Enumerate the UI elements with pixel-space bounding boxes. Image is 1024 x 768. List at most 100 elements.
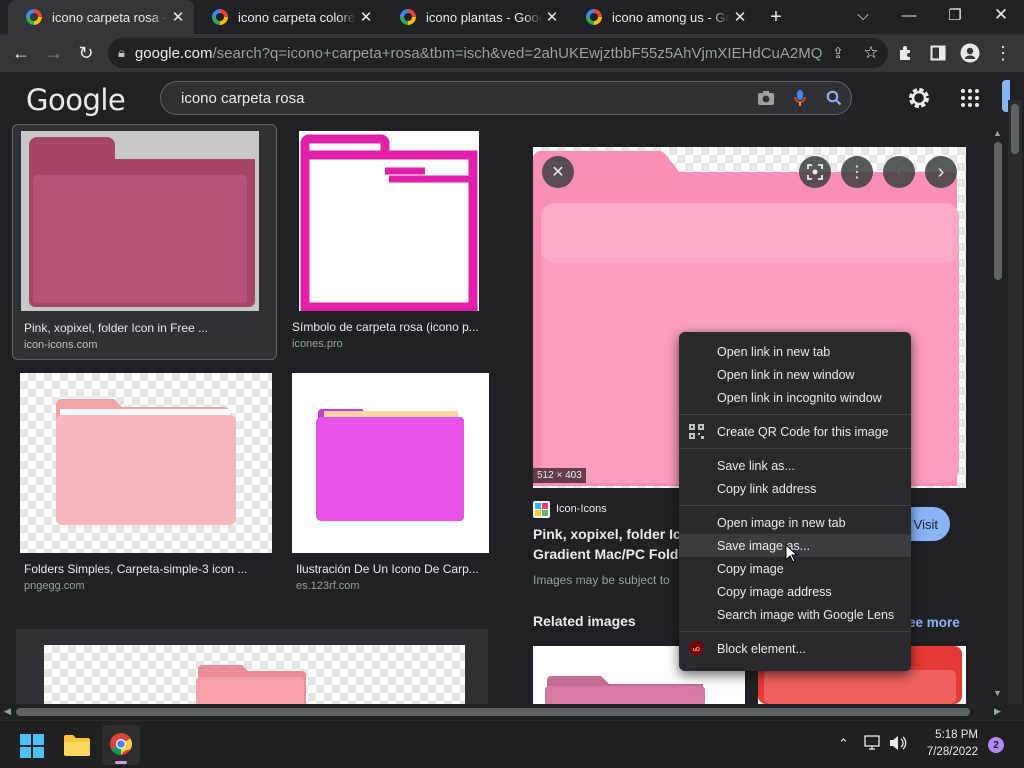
tab-close-icon[interactable]: ✕	[542, 8, 562, 26]
camera-icon[interactable]	[749, 90, 783, 106]
address-bar[interactable]: 🔒︎ google.com/search?q=icono+carpeta+ros…	[108, 38, 888, 68]
menu-copy-image[interactable]: Copy image	[679, 557, 911, 580]
scroll-up-arrow-icon[interactable]: ▲	[993, 128, 1002, 138]
show-hidden-icons-icon[interactable]: ⌃	[838, 736, 849, 752]
tab-icono-carpeta-rosa[interactable]: icono carpeta rosa - Google ✕	[8, 0, 194, 34]
result-site[interactable]: icones.pro	[292, 338, 343, 350]
clock-date[interactable]: 7/28/2022	[914, 746, 978, 758]
menu-copy-image-address[interactable]: Copy image address	[679, 580, 911, 603]
scroll-right-arrow-icon[interactable]: ▶	[994, 706, 1001, 717]
search-icon[interactable]	[817, 90, 851, 106]
tab-icono-among-us[interactable]: icono among us - Google ✕	[568, 0, 756, 34]
result-caption[interactable]: Símbolo de carpeta rosa (icono p...	[292, 320, 488, 334]
scroll-thumb[interactable]	[994, 142, 1002, 280]
menu-copy-link-address[interactable]: Copy link address	[679, 477, 911, 500]
side-panel-icon[interactable]	[925, 40, 951, 66]
more-options-icon[interactable]: ⋮	[841, 156, 873, 188]
next-image-icon[interactable]: ›	[925, 156, 957, 188]
preview-title-line1[interactable]: Pink, xopixel, folder Ic	[533, 526, 681, 542]
file-explorer-icon[interactable]	[64, 734, 90, 761]
browser-toolbar: ← → ↻ 🔒︎ google.com/search?q=icono+carpe…	[0, 34, 1024, 72]
menu-item-label: Create QR Code for this image	[717, 424, 889, 439]
menu-search-google-lens[interactable]: Search image with Google Lens	[679, 603, 911, 626]
menu-open-link-new-window[interactable]: Open link in new window	[679, 363, 911, 386]
chrome-taskbar-button[interactable]	[102, 725, 140, 765]
extensions-puzzle-icon[interactable]	[893, 40, 919, 66]
lens-search-icon[interactable]	[799, 156, 831, 188]
microphone-icon[interactable]	[783, 89, 817, 107]
menu-open-link-new-tab[interactable]: Open link in new tab	[679, 340, 911, 363]
result-site[interactable]: icon-icons.com	[24, 339, 97, 351]
chrome-menu-icon[interactable]: ⋮	[990, 40, 1016, 66]
menu-save-image-as[interactable]: Save image as...	[679, 534, 911, 563]
result-thumbnail[interactable]	[44, 645, 465, 704]
tab-title: icono carpeta rosa - Google	[52, 9, 168, 25]
menu-open-image-new-tab[interactable]: Open image in new tab	[679, 511, 911, 534]
volume-icon[interactable]	[889, 735, 907, 756]
see-more-link[interactable]: ee more	[908, 615, 960, 630]
window-scrollbar-track[interactable]	[1008, 100, 1022, 704]
restore-icon[interactable]: ❐	[932, 0, 978, 30]
tab-close-icon[interactable]: ✕	[168, 8, 188, 26]
previous-image-icon[interactable]: ‹	[883, 156, 915, 188]
tab-close-icon[interactable]: ✕	[730, 8, 750, 26]
google-favicon-icon	[26, 9, 42, 25]
tab-search-chevron-icon[interactable]: ⌵	[840, 0, 886, 30]
image-result[interactable]: Símbolo de carpeta rosa (icono p... icon…	[292, 124, 492, 360]
result-thumbnail[interactable]	[20, 373, 272, 553]
share-icon[interactable]: ⇪	[822, 44, 854, 62]
minimize-icon[interactable]: —	[886, 0, 932, 30]
tab-close-icon[interactable]: ✕	[356, 8, 376, 26]
tab-icono-plantas[interactable]: icono plantas - Google ✕	[382, 0, 568, 34]
notification-badge[interactable]: 2	[988, 737, 1004, 753]
horizontal-scrollbar[interactable]: ◀ ▶	[0, 704, 1024, 720]
url-domain: google.com	[134, 44, 213, 62]
reload-icon[interactable]: ↻	[73, 40, 99, 66]
bookmark-star-icon[interactable]: ☆	[854, 43, 888, 63]
image-result[interactable]: Ilustración De Un Icono De Carp... es.12…	[292, 373, 492, 603]
network-icon[interactable]	[864, 735, 882, 756]
close-window-icon[interactable]: ✕	[978, 0, 1024, 30]
back-icon[interactable]: ←	[8, 40, 34, 66]
clock-time[interactable]: 5:18 PM	[930, 729, 978, 741]
google-logo[interactable]: Google	[26, 83, 126, 117]
tab-strip: icono carpeta rosa - Google ✕ icono carp…	[0, 0, 1024, 34]
result-site[interactable]: es.123rf.com	[296, 580, 360, 592]
apps-grid-icon[interactable]	[960, 88, 980, 113]
preview-title-line2[interactable]: Gradient Mac/PC Fold	[533, 546, 678, 562]
qr-code-icon	[689, 424, 704, 439]
forward-icon[interactable]: →	[41, 40, 67, 66]
image-result[interactable]: Folders Simples, Carpeta-simple-3 icon .…	[20, 373, 276, 603]
result-caption[interactable]: Ilustración De Un Icono De Carp...	[296, 562, 488, 576]
result-caption[interactable]: Pink, xopixel, folder Icon in Free ...	[24, 321, 254, 335]
search-input[interactable]: icono carpeta rosa	[181, 90, 749, 107]
result-thumbnail[interactable]	[21, 131, 259, 311]
ublock-origin-icon: uO	[690, 641, 703, 656]
settings-gear-icon[interactable]	[906, 85, 932, 116]
profile-avatar-icon[interactable]	[957, 40, 983, 66]
result-thumbnail[interactable]	[299, 131, 479, 311]
new-tab-icon[interactable]: +	[756, 2, 796, 32]
source-name[interactable]: Icon-Icons	[556, 503, 607, 515]
windows-start-icon[interactable]	[20, 734, 44, 763]
menu-create-qr-code[interactable]: Create QR Code for this image	[679, 420, 911, 443]
image-result[interactable]: Pink, xopixel, folder Icon in Free ... i…	[12, 124, 277, 360]
result-thumbnail[interactable]	[292, 373, 489, 553]
google-favicon-icon	[212, 9, 228, 25]
image-result[interactable]	[16, 629, 488, 704]
search-box[interactable]: icono carpeta rosa	[160, 81, 852, 115]
result-caption[interactable]: Folders Simples, Carpeta-simple-3 icon .…	[24, 562, 274, 576]
lock-icon: 🔒︎	[118, 45, 125, 60]
menu-block-element[interactable]: uO Block element...	[679, 637, 911, 660]
horizontal-scroll-thumb[interactable]	[16, 708, 970, 716]
menu-separator	[679, 505, 911, 506]
tab-icono-carpeta-colores[interactable]: icono carpeta colores - Google ✕	[194, 0, 382, 34]
close-preview-icon[interactable]: ✕	[542, 156, 574, 188]
window-scroll-thumb[interactable]	[1011, 104, 1019, 154]
menu-open-link-incognito[interactable]: Open link in incognito window	[679, 386, 911, 409]
scroll-down-arrow-icon[interactable]: ▼	[993, 688, 1002, 698]
result-site[interactable]: pngegg.com	[24, 580, 85, 592]
scroll-left-arrow-icon[interactable]: ◀	[4, 706, 11, 717]
menu-save-link-as[interactable]: Save link as...	[679, 454, 911, 477]
url-text[interactable]: google.com/search?q=icono+carpeta+rosa&t…	[135, 45, 822, 62]
